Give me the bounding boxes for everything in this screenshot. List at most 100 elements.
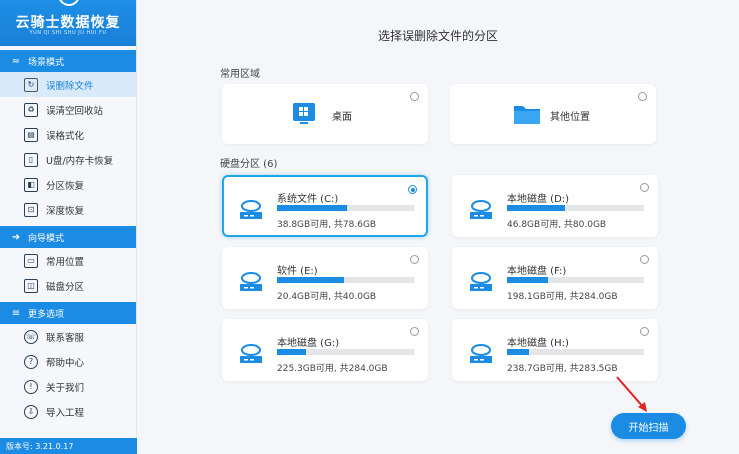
sidebar-item-label: 误格式化	[46, 130, 85, 142]
brand-name: 云骑士数据恢复	[15, 15, 121, 31]
section-guide-mode[interactable]: ➜ 向导模式	[0, 226, 136, 248]
disk-usage-fill	[507, 205, 565, 211]
disk-usage-fill	[507, 349, 529, 355]
section-title: 场景模式	[28, 57, 65, 68]
disk-name: 系统文件 (C:)	[277, 194, 339, 205]
sidebar-item-label: 误删除文件	[46, 80, 94, 92]
menu-icon: ≡	[11, 307, 21, 319]
disk-card-g[interactable]: 本地磁盘 (G:) 225.3GB可用, 共284.0GB	[222, 319, 428, 381]
sidebar-item-label: 帮助中心	[46, 357, 85, 369]
sidebar-item-label: U盘/内存卡恢复	[46, 155, 114, 167]
common-area-label: 常用区域	[220, 69, 260, 80]
main-panel: 选择误删除文件的分区 常用区域 桌面 其他位置 硬盘分区 (6) 系统文件 (C…	[137, 0, 739, 454]
sidebar: 云骑士数据恢复 YUN QI SHI SHU JU HUI FU ≈ 场景模式 …	[0, 0, 137, 454]
disk-card-e[interactable]: 软件 (E:) 20.4GB可用, 共40.0GB	[222, 247, 428, 309]
disk-usage-bar	[277, 349, 414, 355]
sidebar-item-deep-scan[interactable]: ⊡ 深度恢复	[0, 197, 136, 222]
radio-button[interactable]	[410, 327, 419, 336]
radio-button[interactable]	[640, 255, 649, 264]
section-more-options[interactable]: ≡ 更多选项	[0, 302, 136, 324]
radio-button[interactable]	[408, 185, 417, 194]
sidebar-item-recycle-bin[interactable]: ♻ 误清空回收站	[0, 97, 136, 122]
sidebar-item-label: 分区恢复	[46, 180, 85, 192]
disk-name: 本地磁盘 (F:)	[507, 266, 567, 277]
section-title: 更多选项	[28, 309, 65, 320]
location-card-desktop[interactable]: 桌面	[222, 84, 428, 144]
sidebar-item-label: 关于我们	[46, 382, 85, 394]
hard-disk-icon	[240, 344, 262, 363]
location-card-other[interactable]: 其他位置	[450, 84, 656, 144]
version-label: 版本号: 3.21.0.17	[0, 438, 137, 454]
brand-subtitle: YUN QI SHI SHU JU HUI FU	[29, 30, 107, 36]
section-scene-mode[interactable]: ≈ 场景模式	[0, 50, 136, 72]
disk-card-d[interactable]: 本地磁盘 (D:) 46.8GB可用, 共80.0GB	[452, 175, 658, 237]
disk-usage-bar	[507, 205, 644, 211]
disk-usage-fill	[277, 349, 306, 355]
sidebar-item-label: 深度恢复	[46, 205, 85, 217]
disk-name: 本地磁盘 (H:)	[507, 338, 569, 349]
disk-usage-fill	[507, 277, 549, 283]
disk-usage-bar	[507, 349, 644, 355]
support-icon: ☏	[24, 329, 38, 344]
sidebar-item-help-center[interactable]: ? 帮助中心	[0, 349, 136, 374]
sidebar-item-label: 常用位置	[46, 256, 85, 268]
partition-icon: ◧	[24, 177, 38, 192]
start-scan-button[interactable]: 开始扫描	[611, 413, 686, 439]
disk-usage-bar	[277, 205, 414, 211]
sidebar-item-format[interactable]: ▤ 误格式化	[0, 122, 136, 147]
sidebar-item-common-locations[interactable]: ▭ 常用位置	[0, 248, 136, 273]
app-logo: 云骑士数据恢复 YUN QI SHI SHU JU HUI FU	[0, 0, 136, 46]
sidebar-item-usb[interactable]: ▯ U盘/内存卡恢复	[0, 147, 136, 172]
sidebar-item-disk-partition[interactable]: ◫ 磁盘分区	[0, 273, 136, 298]
format-icon: ▤	[24, 127, 38, 142]
sidebar-item-label: 联系客服	[46, 332, 85, 344]
sidebar-item-about-us[interactable]: ! 关于我们	[0, 374, 136, 399]
disk-capacity: 38.8GB可用, 共78.6GB	[277, 220, 377, 230]
radio-button[interactable]	[640, 327, 649, 336]
disk-card-c[interactable]: 系统文件 (C:) 38.8GB可用, 共78.6GB	[222, 175, 428, 237]
sidebar-item-label: 导入工程	[46, 407, 85, 419]
hard-disk-icon	[240, 200, 262, 219]
disk-card-h[interactable]: 本地磁盘 (H:) 238.7GB可用, 共283.5GB	[452, 319, 658, 381]
disk-usage-bar	[507, 277, 644, 283]
page-title: 选择误删除文件的分区	[377, 29, 498, 43]
brand-mark-icon	[58, 0, 80, 6]
hard-disk-icon	[470, 200, 492, 219]
sidebar-item-partition[interactable]: ◧ 分区恢复	[0, 172, 136, 197]
sidebar-item-contact-support[interactable]: ☏ 联系客服	[0, 324, 136, 349]
guide-icon: ➜	[11, 231, 21, 243]
sidebar-item-import-project[interactable]: ⇩ 导入工程	[0, 399, 136, 424]
disk-name: 软件 (E:)	[277, 266, 318, 277]
disk-card-f[interactable]: 本地磁盘 (F:) 198.1GB可用, 共284.0GB	[452, 247, 658, 309]
monitor-icon: ▭	[24, 253, 38, 268]
disk-name: 本地磁盘 (D:)	[507, 194, 570, 205]
radio-button[interactable]	[410, 255, 419, 264]
file-restore-icon: ↻	[24, 77, 38, 92]
disk-capacity: 46.8GB可用, 共80.0GB	[507, 220, 607, 230]
location-label: 其他位置	[550, 112, 590, 123]
scene-icon: ≈	[11, 55, 21, 67]
location-label: 桌面	[332, 112, 352, 123]
sidebar-item-deleted-files[interactable]: ↻ 误删除文件	[0, 72, 136, 97]
desktop-icon	[293, 103, 315, 124]
hard-disk-icon	[470, 344, 492, 363]
disk-usage-bar	[277, 277, 414, 283]
info-icon: !	[24, 379, 38, 394]
radio-button[interactable]	[410, 92, 419, 101]
section-title: 向导模式	[28, 233, 65, 244]
disk-capacity: 238.7GB可用, 共283.5GB	[507, 364, 618, 374]
usb-icon: ▯	[24, 152, 38, 167]
recycle-bin-icon: ♻	[24, 102, 38, 117]
disk-partitions-label: 硬盘分区 (6)	[220, 159, 278, 170]
import-icon: ⇩	[24, 404, 38, 419]
disk-usage-fill	[277, 277, 345, 283]
disk-usage-fill	[277, 205, 347, 211]
disk-capacity: 225.3GB可用, 共284.0GB	[277, 364, 388, 374]
folder-icon	[514, 106, 540, 124]
disk-capacity: 20.4GB可用, 共40.0GB	[277, 292, 377, 302]
disk-capacity: 198.1GB可用, 共284.0GB	[507, 292, 618, 302]
radio-button[interactable]	[638, 92, 647, 101]
radio-button[interactable]	[640, 183, 649, 192]
help-icon: ?	[24, 354, 38, 369]
sidebar-item-label: 误清空回收站	[46, 105, 104, 117]
